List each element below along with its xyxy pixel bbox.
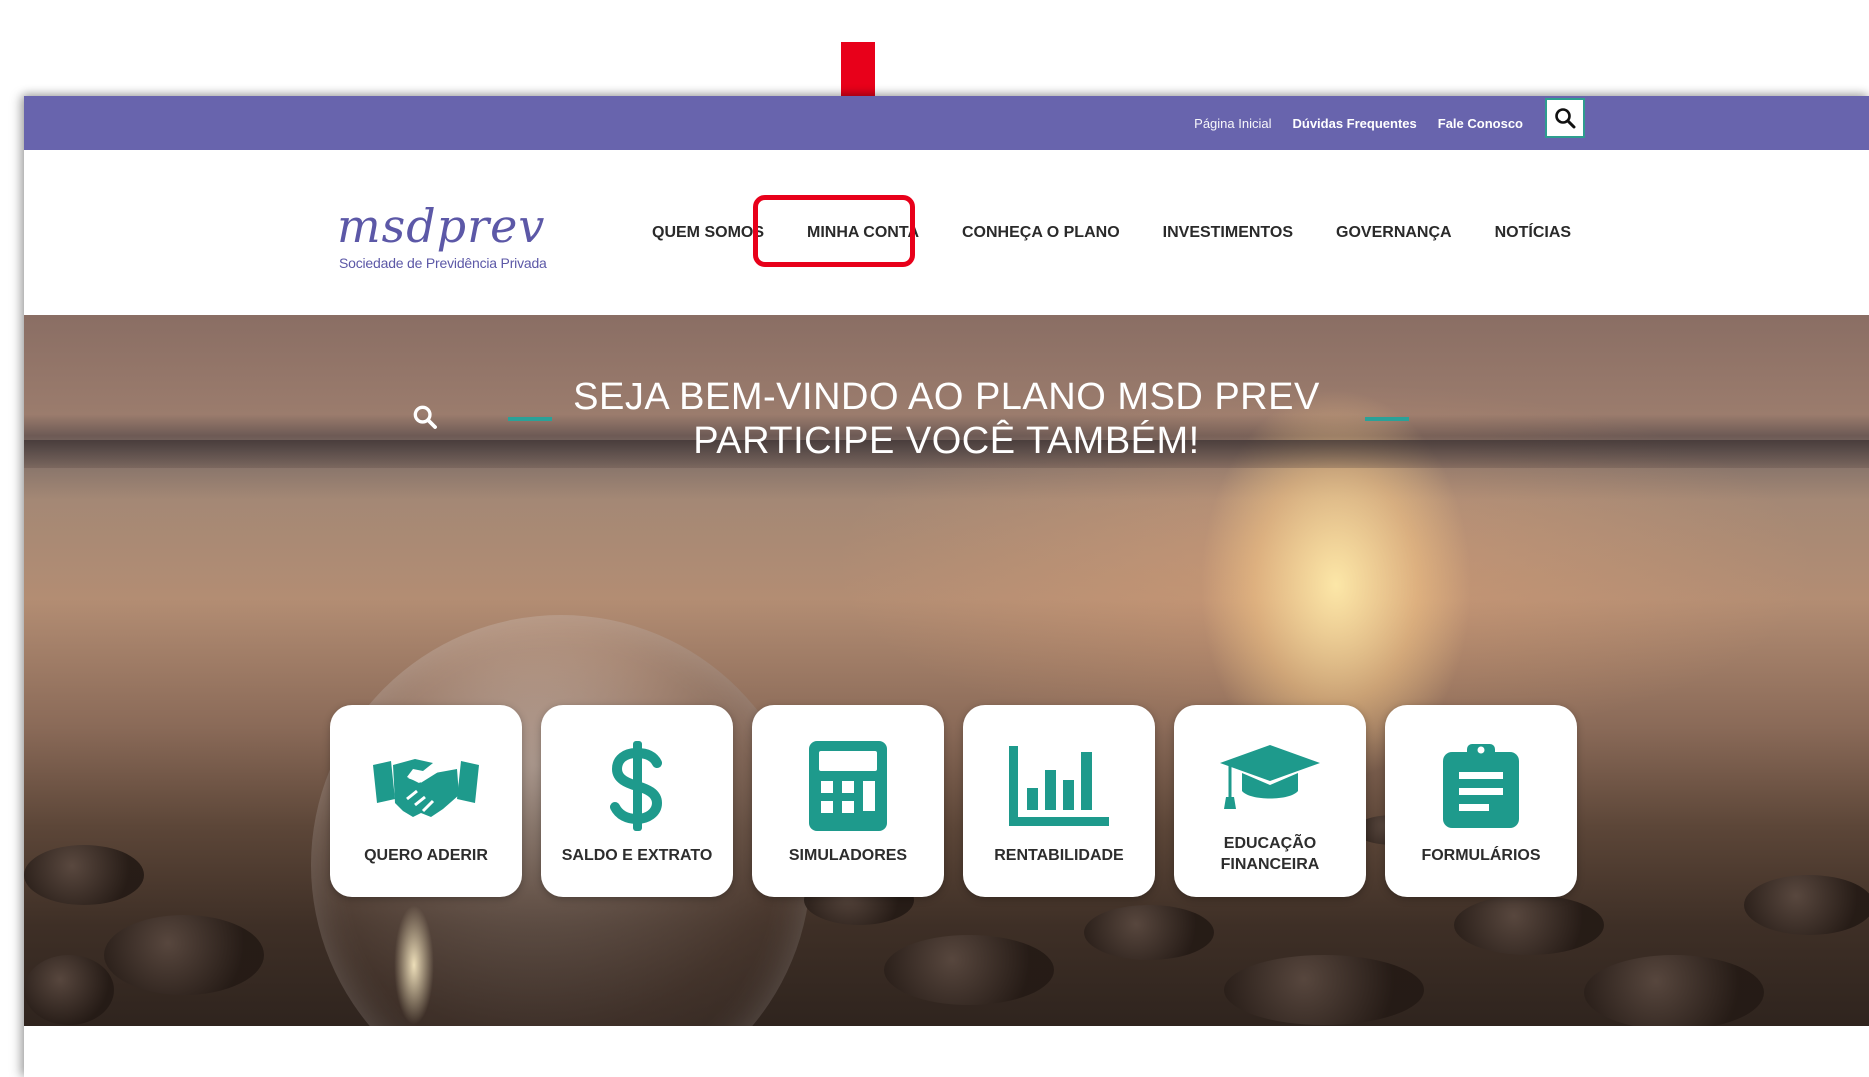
hero-title: SEJA BEM-VINDO AO PLANO MSD PREV PARTICI… (24, 375, 1869, 463)
screenshot-stage: Página Inicial Dúvidas Frequentes Fale C… (0, 0, 1869, 1077)
clipboard-icon (1385, 741, 1577, 831)
card-formularios[interactable]: FORMULÁRIOS (1385, 705, 1577, 897)
rock (1744, 875, 1869, 935)
rock (24, 845, 144, 905)
top-link-home[interactable]: Página Inicial (1194, 116, 1271, 131)
card-label: EDUCAÇÃO FINANCEIRA (1174, 833, 1366, 875)
rock (24, 955, 114, 1025)
card-saldo-e-extrato[interactable]: SALDO E EXTRATO (541, 705, 733, 897)
dollar-icon (541, 741, 733, 831)
card-rentabilidade[interactable]: RENTABILIDADE (963, 705, 1155, 897)
handshake-icon (330, 741, 522, 831)
top-search-button[interactable] (1545, 98, 1585, 138)
quick-access-cards: QUERO ADERIR SALDO E EXTRATO SIMULADORES… (330, 705, 1577, 897)
card-label-line-1: EDUCAÇÃO (1223, 835, 1317, 852)
site-header: msdprev Sociedade de Previdência Privada… (24, 150, 1869, 315)
rock (1584, 955, 1764, 1026)
rock (1224, 955, 1424, 1025)
ball-reflection (394, 905, 434, 1025)
top-bar: Página Inicial Dúvidas Frequentes Fale C… (24, 96, 1869, 150)
top-link-faq[interactable]: Dúvidas Frequentes (1292, 116, 1416, 131)
nav-item-noticias[interactable]: NOTÍCIAS (1495, 224, 1571, 242)
card-label: RENTABILIDADE (994, 847, 1124, 864)
card-label: SALDO E EXTRATO (561, 847, 713, 864)
card-simuladores[interactable]: SIMULADORES (752, 705, 944, 897)
rock (104, 915, 264, 995)
logo[interactable]: msdprev Sociedade de Previdência Privada (337, 198, 557, 278)
nav-item-quem-somos[interactable]: QUEM SOMOS (652, 224, 764, 242)
card-label: FORMULÁRIOS (1421, 847, 1541, 864)
card-label-line-2: FINANCEIRA (1220, 856, 1320, 873)
card-quero-aderir[interactable]: QUERO ADERIR (330, 705, 522, 897)
bar-chart-icon (963, 741, 1155, 831)
hero-title-line-2: PARTICIPE VOCÊ TAMBÉM! (693, 420, 1200, 462)
nav-item-conheca-o-plano[interactable]: CONHEÇA O PLANO (962, 224, 1120, 242)
calculator-icon (752, 741, 944, 831)
top-link-contact[interactable]: Fale Conosco (1438, 116, 1523, 131)
top-links: Página Inicial Dúvidas Frequentes Fale C… (1194, 96, 1523, 150)
graduation-cap-icon (1174, 735, 1366, 825)
nav-item-governanca[interactable]: GOVERNANÇA (1336, 224, 1452, 242)
hero-banner: SEJA BEM-VINDO AO PLANO MSD PREV PARTICI… (24, 315, 1869, 1026)
browser-page: Página Inicial Dúvidas Frequentes Fale C… (24, 96, 1869, 1077)
logo-wordmark: msdprev (337, 199, 546, 253)
card-label: SIMULADORES (788, 847, 908, 864)
hero-title-line-1: SEJA BEM-VINDO AO PLANO MSD PREV (573, 376, 1320, 418)
rock (884, 935, 1054, 1005)
highlight-box-minha-conta (753, 195, 915, 267)
card-label: QUERO ADERIR (364, 847, 488, 864)
nav-item-investimentos[interactable]: INVESTIMENTOS (1163, 224, 1293, 242)
logo-subtitle: Sociedade de Previdência Privada (339, 255, 547, 271)
card-educacao-financeira[interactable]: EDUCAÇÃO FINANCEIRA (1174, 705, 1366, 897)
rock (1454, 895, 1604, 955)
search-icon (1555, 108, 1576, 129)
rock (1084, 905, 1214, 960)
